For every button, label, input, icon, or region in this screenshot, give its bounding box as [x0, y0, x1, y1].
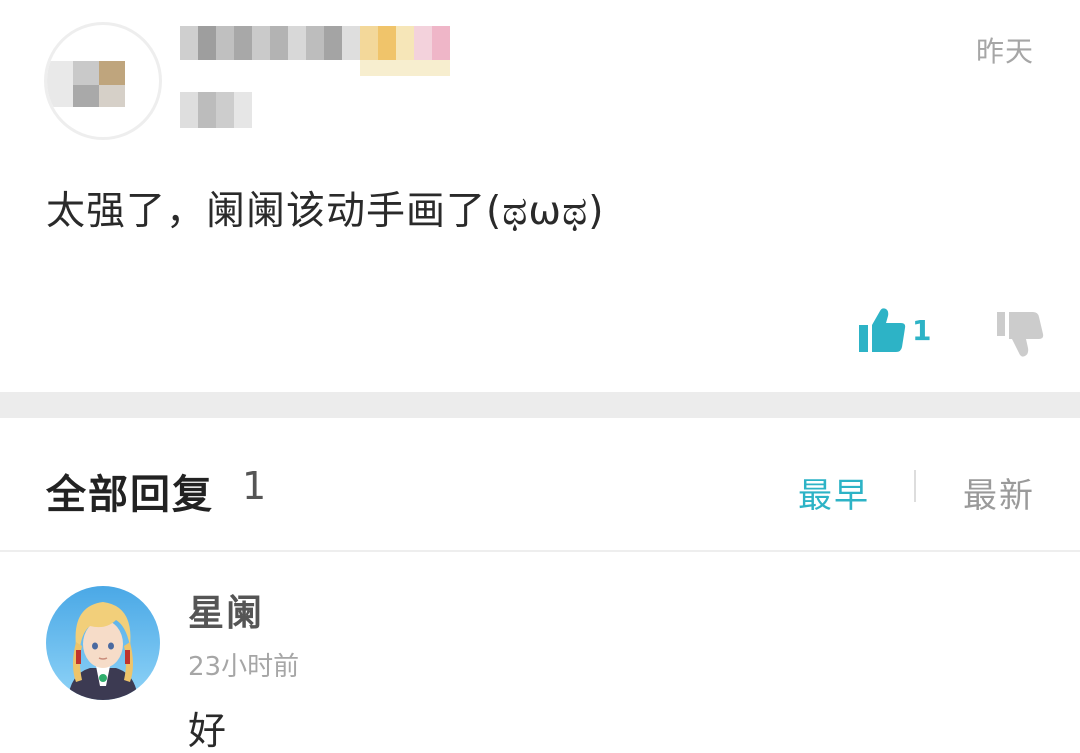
comment-timestamp: 昨天: [975, 35, 1034, 68]
replies-count: 1: [242, 464, 267, 508]
comment-detail-page: 昨天 太强了，阑阑该动手画了(ಥωಥ) 1 全部回复 1 最早 最新 星阑 23…: [0, 0, 1080, 753]
avatar[interactable]: [44, 22, 162, 140]
sort-earliest-tab[interactable]: 最早: [798, 468, 870, 517]
username-blurred[interactable]: [180, 18, 500, 138]
like-count: 1: [912, 313, 932, 347]
sort-newest-tab[interactable]: 最新: [963, 468, 1035, 517]
thumbs-up-icon: [859, 308, 906, 352]
like-button[interactable]: 1: [858, 304, 931, 356]
avatar[interactable]: [46, 586, 160, 700]
anime-avatar-image: [46, 586, 160, 700]
sort-divider: [914, 470, 916, 502]
main-comment: 昨天 太强了，阑阑该动手画了(ಥωಥ) 1: [0, 0, 1080, 392]
thumbs-down-icon[interactable]: [994, 306, 1046, 362]
replies-header: 全部回复 1 最早 最新: [0, 418, 1080, 552]
reply-author-name[interactable]: 星阑: [188, 584, 264, 636]
section-divider: [0, 392, 1080, 418]
reply-item: 星阑 23小时前 好: [0, 552, 1080, 753]
reply-text: 好: [188, 709, 227, 753]
replies-title: 全部回复: [46, 472, 214, 518]
reply-timestamp: 23小时前: [188, 652, 300, 682]
comment-text: 太强了，阑阑该动手画了(ಥωಥ): [46, 189, 605, 234]
